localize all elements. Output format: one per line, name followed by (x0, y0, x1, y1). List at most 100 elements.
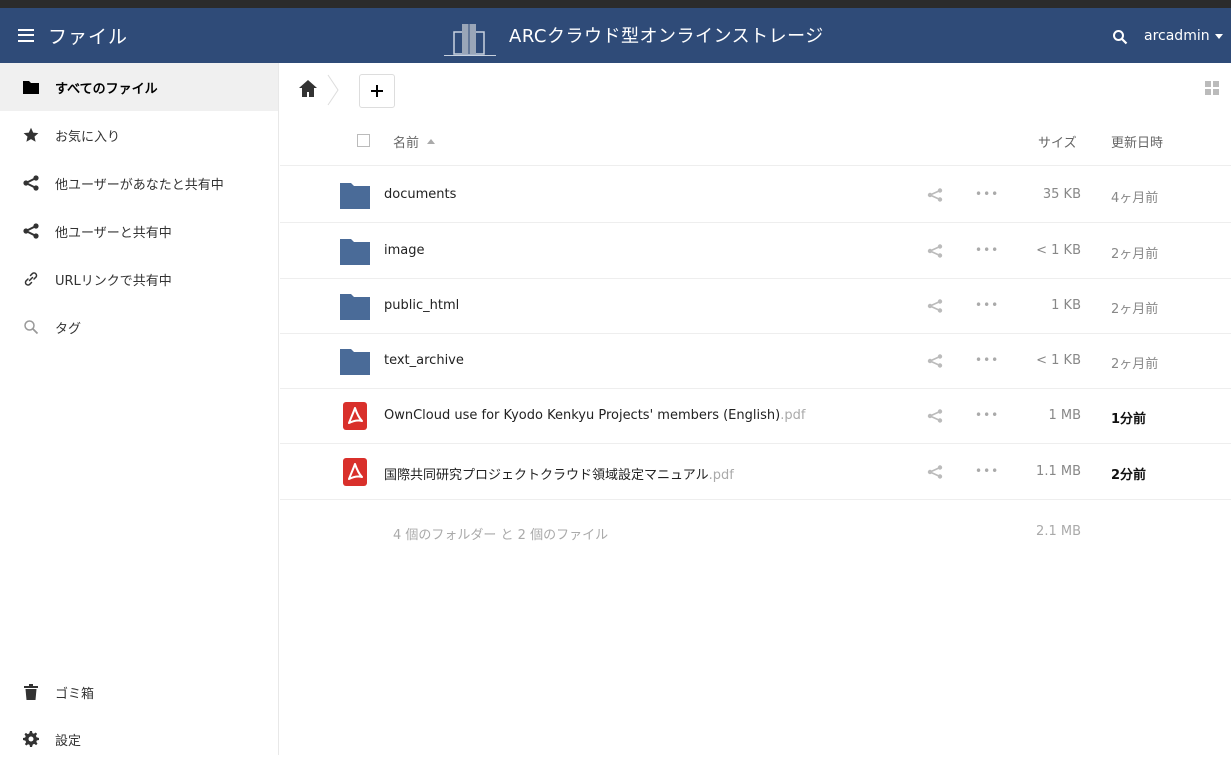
more-actions-icon[interactable]: ••• (975, 187, 999, 201)
top-strip (0, 0, 1231, 8)
sidebar-item-label: 設定 (55, 733, 82, 749)
home-icon[interactable] (298, 78, 318, 100)
app-header: ファイル ARCクラウド型オンラインストレージ arcadmin (0, 8, 1231, 63)
file-name[interactable]: text_archive (384, 353, 464, 368)
file-modified: 4ヶ月前 (1111, 191, 1159, 206)
file-size: 1.1 MB (1036, 464, 1081, 479)
share-icon[interactable] (927, 408, 943, 424)
app-title: ARCクラウド型オンラインストレージ (509, 26, 824, 47)
pdf-icon (340, 458, 370, 486)
sidebar-item-shared-with-others[interactable]: 他ユーザーと共有中 (0, 207, 278, 255)
file-row[interactable]: documents ••• 35 KB 4ヶ月前 (280, 167, 1231, 223)
sidebar-item-shared-with-you[interactable]: 他ユーザーがあなたと共有中 (0, 159, 278, 207)
share-icon[interactable] (927, 243, 943, 259)
file-name-base: documents (384, 187, 457, 202)
sidebar-item-label: URLリンクで共有中 (55, 273, 172, 289)
sidebar-item-shared-by-link[interactable]: URLリンクで共有中 (0, 255, 278, 303)
file-row[interactable]: image ••• < 1 KB 2ヶ月前 (280, 223, 1231, 279)
sidebar-item-all-files[interactable]: すべてのファイル (0, 63, 278, 111)
folder-icon (340, 292, 370, 320)
folder-icon (340, 181, 370, 209)
file-size: 1 MB (1048, 408, 1081, 423)
share-icon[interactable] (927, 353, 943, 369)
share-icon (22, 222, 40, 240)
file-name-base: 国際共同研究プロジェクトクラウド領域設定マニュアル (384, 468, 709, 483)
file-name[interactable]: public_html (384, 298, 459, 313)
sort-by-name[interactable]: 名前 (393, 132, 436, 151)
sidebar-item-tags[interactable]: タグ (0, 303, 278, 351)
folder-icon (22, 78, 40, 96)
trash-icon (22, 683, 40, 701)
grid-view-toggle-icon[interactable] (1205, 81, 1219, 95)
controls-bar (280, 63, 1231, 117)
share-icon[interactable] (927, 187, 943, 203)
sidebar-item-trash[interactable]: ゴミ箱 (0, 668, 278, 716)
folder-icon (340, 347, 370, 375)
sort-by-size[interactable]: サイズ (1038, 132, 1077, 151)
arc-logo (444, 24, 496, 56)
user-menu[interactable]: arcadmin (1144, 28, 1223, 44)
file-name-base: OwnCloud use for Kyodo Kenkyu Projects' … (384, 408, 781, 423)
file-summary-row: 4 個のフォルダー と 2 個のファイル 2.1 MB (280, 500, 1231, 556)
tag-search-icon (22, 318, 40, 336)
folder-icon (340, 237, 370, 265)
file-modified: 2ヶ月前 (1111, 247, 1159, 262)
file-name[interactable]: 国際共同研究プロジェクトクラウド領域設定マニュアル.pdf (384, 464, 734, 483)
sidebar-item-settings[interactable]: 設定 (0, 715, 278, 763)
column-name-label: 名前 (393, 136, 420, 151)
file-size: 35 KB (1042, 187, 1081, 202)
breadcrumb-separator-icon (327, 74, 339, 106)
file-extension: .pdf (780, 408, 806, 423)
file-size: 1 KB (1051, 298, 1081, 313)
file-name[interactable]: documents (384, 187, 456, 202)
sidebar-item-favorites[interactable]: お気に入り (0, 111, 278, 159)
sidebar-item-label: ゴミ箱 (55, 686, 95, 702)
file-row[interactable]: text_archive ••• < 1 KB 2ヶ月前 (280, 333, 1231, 389)
file-modified: 1分前 (1111, 412, 1147, 427)
search-icon[interactable] (1112, 29, 1128, 45)
plus-icon (371, 85, 383, 97)
file-modified: 2ヶ月前 (1111, 302, 1159, 317)
more-actions-icon[interactable]: ••• (975, 243, 999, 257)
hamburger-icon (18, 28, 34, 42)
share-icon[interactable] (927, 298, 943, 314)
star-icon (22, 126, 40, 144)
sidebar-item-label: 他ユーザーがあなたと共有中 (55, 177, 224, 193)
file-name-base: text_archive (384, 353, 464, 368)
sidebar-item-label: すべてのファイル (55, 81, 158, 97)
summary-total-size: 2.1 MB (1036, 524, 1081, 539)
file-size: < 1 KB (1036, 243, 1081, 258)
gear-icon (22, 730, 40, 748)
file-size: < 1 KB (1036, 353, 1081, 368)
sort-asc-icon (427, 139, 436, 144)
new-file-button[interactable] (359, 74, 395, 108)
file-modified: 2分前 (1111, 468, 1147, 483)
file-row[interactable]: 国際共同研究プロジェクトクラウド領域設定マニュアル.pdf ••• 1.1 MB 2分… (280, 444, 1231, 500)
summary-text: 4 個のフォルダー と 2 個のファイル (393, 528, 609, 543)
pdf-icon (340, 402, 370, 430)
file-row[interactable]: public_html ••• 1 KB 2ヶ月前 (280, 278, 1231, 334)
share-icon[interactable] (927, 464, 943, 480)
sort-by-modified[interactable]: 更新日時 (1111, 132, 1163, 151)
app-menu-label: ファイル (48, 25, 129, 48)
more-actions-icon[interactable]: ••• (975, 408, 999, 422)
more-actions-icon[interactable]: ••• (975, 353, 999, 367)
caret-down-icon (1214, 33, 1223, 39)
file-name-base: image (384, 243, 425, 258)
file-extension: .pdf (708, 468, 734, 483)
file-table-header: 名前 サイズ 更新日時 (280, 117, 1231, 166)
user-name: arcadmin (1144, 28, 1210, 44)
more-actions-icon[interactable]: ••• (975, 298, 999, 312)
app-menu-button[interactable]: ファイル (18, 21, 138, 49)
share-icon (22, 174, 40, 192)
file-row[interactable]: OwnCloud use for Kyodo Kenkyu Projects' … (280, 388, 1231, 444)
file-name[interactable]: OwnCloud use for Kyodo Kenkyu Projects' … (384, 408, 805, 423)
more-actions-icon[interactable]: ••• (975, 464, 999, 478)
sidebar-item-label: お気に入り (55, 129, 121, 145)
link-icon (22, 270, 40, 288)
file-modified: 2ヶ月前 (1111, 357, 1159, 372)
select-all-checkbox[interactable] (357, 134, 370, 147)
file-name[interactable]: image (384, 243, 425, 258)
sidebar: すべてのファイル お気に入り 他ユーザーがあなたと共有中 他ユーザーと共有中 U… (0, 63, 279, 755)
file-name-base: public_html (384, 298, 460, 313)
